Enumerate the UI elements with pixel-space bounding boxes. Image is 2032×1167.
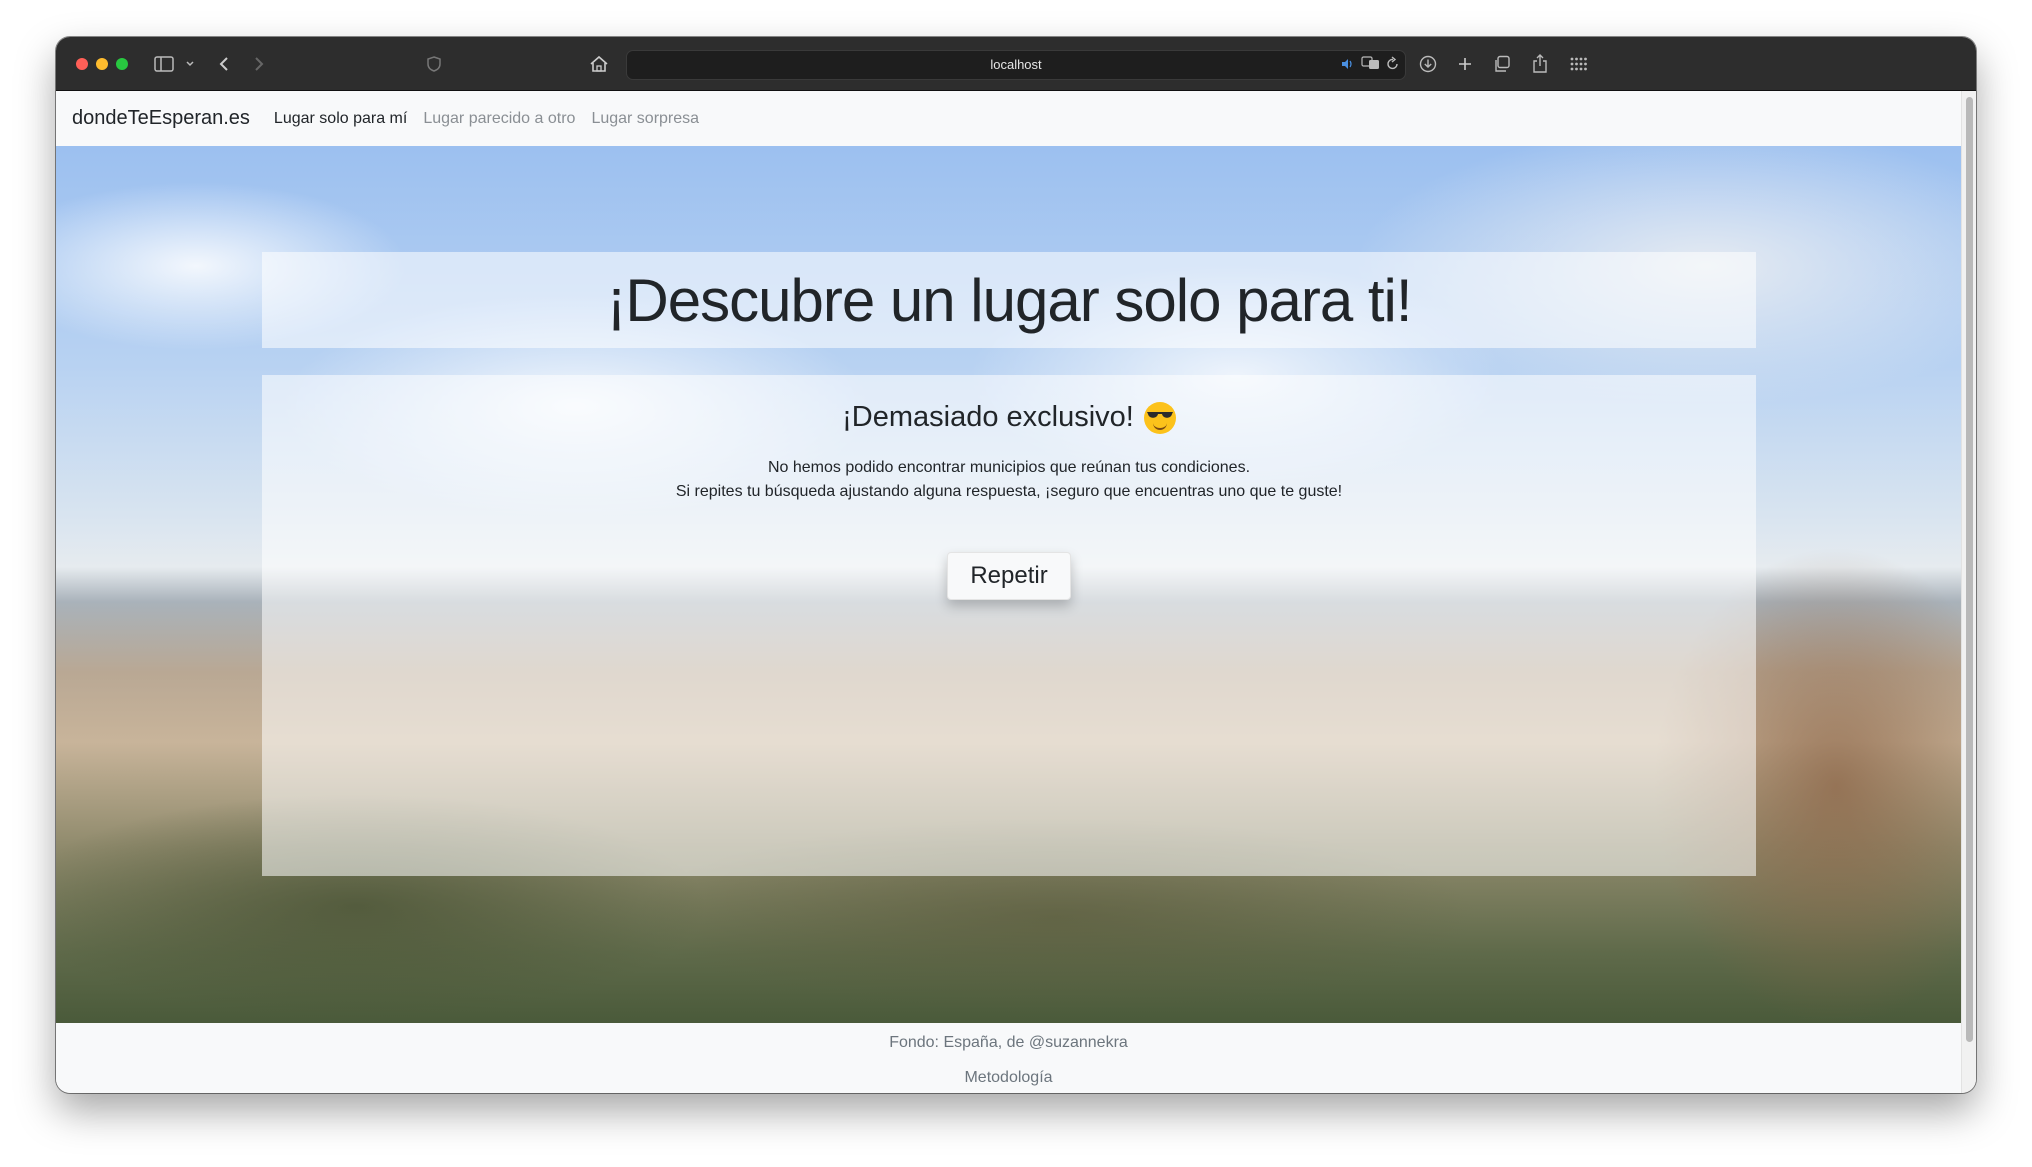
close-window-button[interactable] xyxy=(76,58,88,70)
home-icon[interactable] xyxy=(588,51,610,77)
reload-icon[interactable] xyxy=(1387,56,1399,75)
scrollbar[interactable] xyxy=(1961,91,1976,1093)
sunglasses-emoji-icon xyxy=(1143,401,1176,434)
result-message: No hemos podido encontrar municipios que… xyxy=(262,456,1756,504)
result-panel: ¡Demasiado exclusivo! No hemos podido en… xyxy=(262,375,1756,876)
tabs-icon[interactable] xyxy=(1492,51,1512,77)
nav-link-lugar-solo[interactable]: Lugar solo para mí xyxy=(274,110,407,128)
site-footer: Fondo: España, de @suzannekra Metodologí… xyxy=(56,1023,1961,1093)
forward-icon[interactable] xyxy=(251,51,267,77)
browser-toolbar: localhost xyxy=(56,37,1976,91)
url-text: localhost xyxy=(990,57,1042,72)
nav-link-lugar-sorpresa[interactable]: Lugar sorpresa xyxy=(591,110,699,128)
site-brand-link[interactable]: dondeTeEsperan.es xyxy=(72,107,250,130)
site-navbar: dondeTeEsperan.es Lugar solo para mí Lug… xyxy=(56,91,1961,146)
sidebar-icon[interactable] xyxy=(152,51,176,77)
translate-icon[interactable] xyxy=(1361,56,1381,75)
repeat-button[interactable]: Repetir xyxy=(947,552,1071,600)
minimize-window-button[interactable] xyxy=(96,58,108,70)
background-credit: Fondo: España, de @suzannekra xyxy=(889,1034,1128,1051)
grid-icon[interactable] xyxy=(1568,51,1590,77)
browser-window: localhost dondeTeEsperan.es Lugar solo p… xyxy=(56,37,1976,1093)
hero-background: ¡Descubre un lugar solo para ti! ¡Demasi… xyxy=(56,146,1961,1023)
back-icon[interactable] xyxy=(216,51,232,77)
title-panel: ¡Descubre un lugar solo para ti! xyxy=(262,252,1756,348)
page-title: ¡Descubre un lugar solo para ti! xyxy=(606,266,1412,334)
methodology-link[interactable]: Metodología xyxy=(56,1069,1961,1087)
result-message-line-1: No hemos podido encontrar municipios que… xyxy=(767,459,1251,476)
result-heading: ¡Demasiado exclusivo! xyxy=(262,401,1756,434)
download-icon[interactable] xyxy=(1418,51,1438,77)
scrollbar-thumb[interactable] xyxy=(1966,97,1973,1042)
new-tab-icon[interactable] xyxy=(1456,51,1474,77)
speaker-icon[interactable] xyxy=(1341,57,1355,75)
share-icon[interactable] xyxy=(1531,51,1549,77)
result-message-line-2: Si repites tu búsqueda ajustando alguna … xyxy=(675,483,1343,500)
nav-link-lugar-parecido[interactable]: Lugar parecido a otro xyxy=(423,110,575,128)
zoom-window-button[interactable] xyxy=(116,58,128,70)
chevron-down-icon[interactable] xyxy=(184,51,196,77)
shield-icon[interactable] xyxy=(426,51,442,77)
address-bar[interactable]: localhost xyxy=(626,50,1406,80)
result-heading-text: ¡Demasiado exclusivo! xyxy=(842,401,1134,433)
